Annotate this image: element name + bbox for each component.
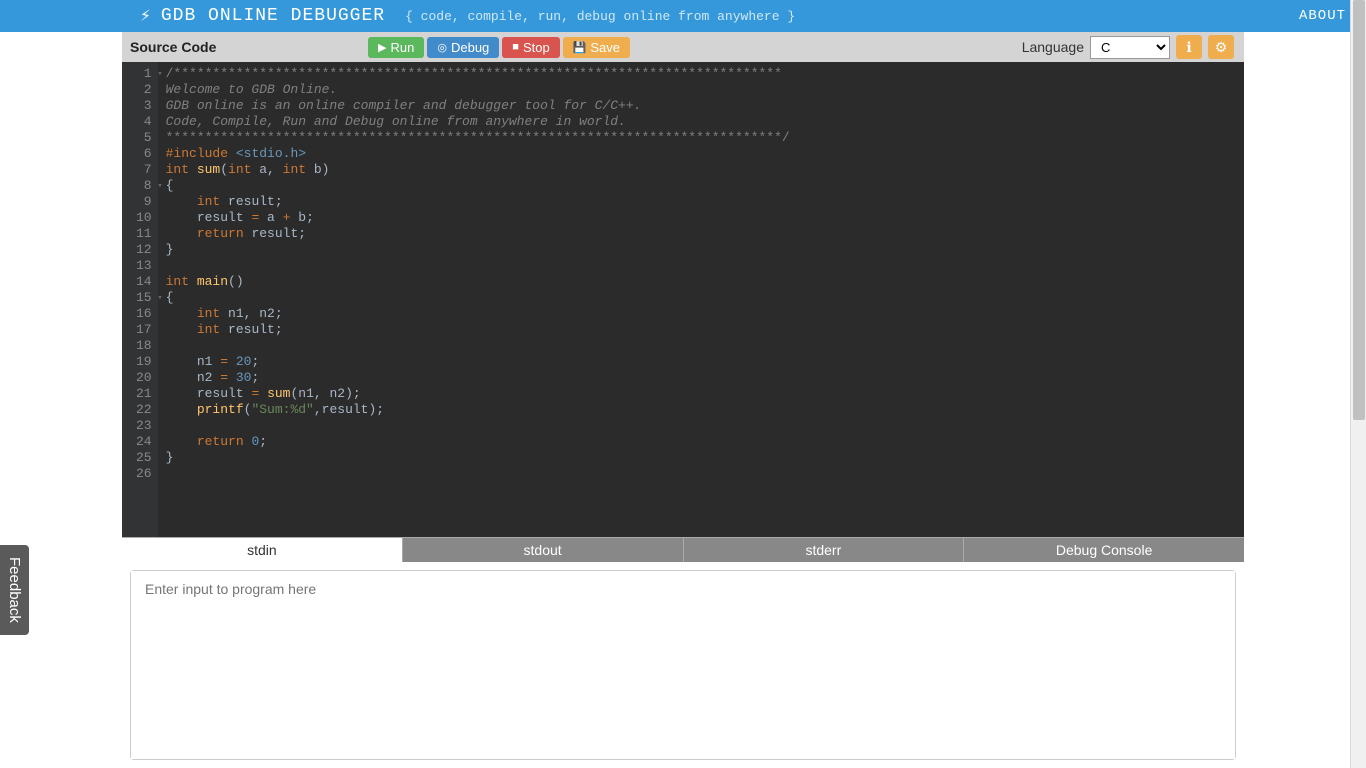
code-line[interactable]: int result; xyxy=(166,194,1236,210)
code-line[interactable]: } xyxy=(166,450,1236,466)
line-number: 4 xyxy=(136,114,152,130)
line-number: 18 xyxy=(136,338,152,354)
code-line[interactable] xyxy=(166,466,1236,482)
debug-button[interactable]: ◎ Debug xyxy=(427,37,499,58)
code-line[interactable]: int main() xyxy=(166,274,1236,290)
tab-stdout[interactable]: stdout xyxy=(403,538,684,562)
code-line[interactable]: { xyxy=(166,290,1236,306)
source-code-label: Source Code xyxy=(130,39,216,55)
code-line[interactable]: } xyxy=(166,242,1236,258)
info-button[interactable]: ℹ xyxy=(1176,35,1202,59)
line-number: 5 xyxy=(136,130,152,146)
language-label: Language xyxy=(1022,39,1084,55)
gear-icon: ⚙ xyxy=(1215,39,1228,56)
tab-stderr[interactable]: stderr xyxy=(684,538,965,562)
save-icon: 💾 xyxy=(573,41,587,54)
line-number: 24 xyxy=(136,434,152,450)
line-number: 8 xyxy=(136,178,152,194)
save-label: Save xyxy=(590,40,620,55)
app-tagline: { code, compile, run, debug online from … xyxy=(405,9,795,24)
code-editor[interactable]: 1234567891011121314151617181920212223242… xyxy=(122,62,1244,537)
toolbar: Source Code ▶ Run ◎ Debug ■ Stop 💾Save Lang… xyxy=(122,32,1244,62)
toolbar-right: Language C ℹ ⚙ xyxy=(1022,35,1234,59)
line-number: 9 xyxy=(136,194,152,210)
code-line[interactable]: n1 = 20; xyxy=(166,354,1236,370)
line-number: 25 xyxy=(136,450,152,466)
code-line[interactable] xyxy=(166,258,1236,274)
code-line[interactable]: result = sum(n1, n2); xyxy=(166,386,1236,402)
code-line[interactable]: /***************************************… xyxy=(166,66,1236,82)
stop-label: Stop xyxy=(523,40,550,55)
line-number: 13 xyxy=(136,258,152,274)
line-number: 21 xyxy=(136,386,152,402)
code-line[interactable]: ****************************************… xyxy=(166,130,1236,146)
play-icon: ▶ xyxy=(378,41,386,54)
line-number: 20 xyxy=(136,370,152,386)
code-line[interactable]: int result; xyxy=(166,322,1236,338)
language-select[interactable]: C xyxy=(1090,36,1170,59)
code-line[interactable] xyxy=(166,338,1236,354)
line-number: 12 xyxy=(136,242,152,258)
code-line[interactable]: int n1, n2; xyxy=(166,306,1236,322)
settings-button[interactable]: ⚙ xyxy=(1208,35,1234,59)
line-gutter: 1234567891011121314151617181920212223242… xyxy=(122,62,158,537)
code-line[interactable]: return result; xyxy=(166,226,1236,242)
code-line[interactable]: int sum(int a, int b) xyxy=(166,162,1236,178)
line-number: 3 xyxy=(136,98,152,114)
code-line[interactable]: result = a + b; xyxy=(166,210,1236,226)
stop-button[interactable]: ■ Stop xyxy=(502,37,559,58)
line-number: 16 xyxy=(136,306,152,322)
code-line[interactable] xyxy=(166,418,1236,434)
line-number: 26 xyxy=(136,466,152,482)
target-icon: ◎ xyxy=(437,41,447,54)
line-number: 11 xyxy=(136,226,152,242)
about-link[interactable]: ABOUT xyxy=(1299,8,1346,24)
code-line[interactable]: n2 = 30; xyxy=(166,370,1236,386)
line-number: 22 xyxy=(136,402,152,418)
code-line[interactable]: printf("Sum:%d",result); xyxy=(166,402,1236,418)
app-title: GDB ONLINE DEBUGGER xyxy=(161,6,385,26)
code-line[interactable]: Welcome to GDB Online. xyxy=(166,82,1236,98)
line-number: 14 xyxy=(136,274,152,290)
debug-label: Debug xyxy=(451,40,489,55)
info-icon: ℹ xyxy=(1186,39,1191,56)
io-panel xyxy=(130,570,1236,760)
code-line[interactable]: #include <stdio.h> xyxy=(166,146,1236,162)
line-number: 2 xyxy=(136,82,152,98)
app-header: ⚡ GDB ONLINE DEBUGGER { code, compile, r… xyxy=(0,0,1366,32)
tab-stdin[interactable]: stdin xyxy=(122,538,403,562)
feedback-tab[interactable]: Feedback xyxy=(0,545,29,635)
line-number: 7 xyxy=(136,162,152,178)
line-number: 6 xyxy=(136,146,152,162)
tab-debug-console[interactable]: Debug Console xyxy=(964,538,1244,562)
bolt-icon: ⚡ xyxy=(140,5,151,27)
line-number: 1 xyxy=(136,66,152,82)
stop-icon: ■ xyxy=(512,41,519,53)
line-number: 15 xyxy=(136,290,152,306)
line-number: 19 xyxy=(136,354,152,370)
code-area[interactable]: /***************************************… xyxy=(158,62,1244,537)
toolbar-buttons: ▶ Run ◎ Debug ■ Stop 💾Save xyxy=(368,37,630,58)
stdin-input[interactable] xyxy=(131,571,1235,759)
line-number: 23 xyxy=(136,418,152,434)
code-line[interactable]: return 0; xyxy=(166,434,1236,450)
run-button[interactable]: ▶ Run xyxy=(368,37,424,58)
line-number: 10 xyxy=(136,210,152,226)
save-button[interactable]: 💾Save xyxy=(563,37,630,58)
page-scrollbar[interactable] xyxy=(1350,0,1366,768)
code-line[interactable]: Code, Compile, Run and Debug online from… xyxy=(166,114,1236,130)
scroll-thumb[interactable] xyxy=(1353,0,1365,420)
code-line[interactable]: { xyxy=(166,178,1236,194)
run-label: Run xyxy=(391,40,415,55)
line-number: 17 xyxy=(136,322,152,338)
code-line[interactable]: GDB online is an online compiler and deb… xyxy=(166,98,1236,114)
output-tabs: stdin stdout stderr Debug Console xyxy=(122,537,1244,562)
